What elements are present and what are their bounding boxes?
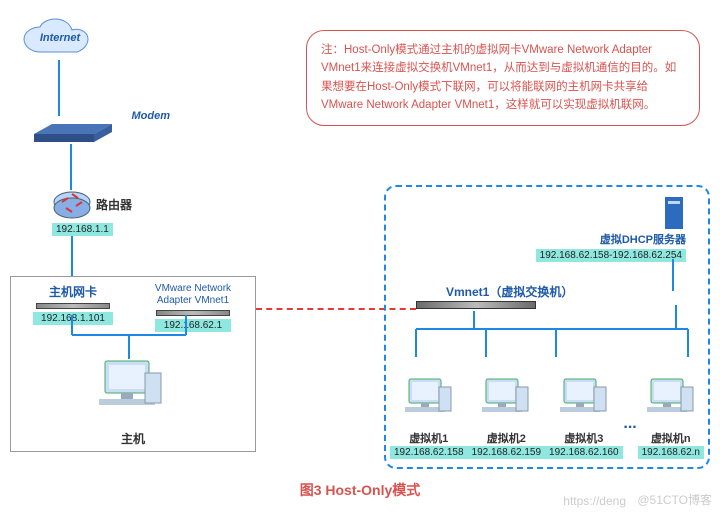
note-text: 注：Host-Only模式通过主机的虚拟网卡VMware Network Ada… bbox=[321, 44, 676, 111]
vm-bus-lines bbox=[386, 305, 708, 375]
vm-frame: 虚拟DHCP服务器 192.168.62.158-192.168.62.254 … bbox=[384, 185, 710, 469]
watermark-left: https://deng bbox=[563, 494, 626, 508]
pc-icon bbox=[647, 377, 695, 425]
vm-ip: 192.168.62.158 bbox=[390, 446, 468, 459]
vm-ip: 192.168.62.n bbox=[638, 446, 704, 459]
modem-label: Modem bbox=[132, 110, 171, 122]
modem-icon bbox=[34, 118, 114, 149]
note-box: 注：Host-Only模式通过主机的虚拟网卡VMware Network Ada… bbox=[306, 30, 700, 126]
link-internet-modem bbox=[58, 60, 60, 116]
router-icon bbox=[52, 190, 92, 227]
vm-name: 虚拟机3 bbox=[545, 430, 623, 446]
host-nic2-label: VMware Network Adapter VMnet1 bbox=[137, 283, 249, 307]
vm-item-1: 虚拟机1 192.168.62.158 bbox=[390, 377, 468, 459]
host-label: 主机 bbox=[11, 430, 255, 447]
vm-item-2: 虚拟机2 192.168.62.159 bbox=[468, 377, 546, 459]
router-label: 路由器 bbox=[96, 196, 132, 213]
vm-item-3: 虚拟机3 192.168.62.160 bbox=[545, 377, 623, 459]
vm-ip: 192.168.62.159 bbox=[468, 446, 546, 459]
dhcp-range: 192.168.62.158-192.168.62.254 bbox=[536, 249, 686, 262]
host-pc-icon bbox=[99, 359, 163, 426]
vm-ip: 192.168.62.160 bbox=[545, 446, 623, 459]
watermark: @51CTO博客 bbox=[637, 491, 712, 508]
link-dhcp-switch bbox=[672, 259, 674, 291]
vm-name: 虚拟机2 bbox=[468, 430, 546, 446]
vm-name: 虚拟机n bbox=[638, 430, 704, 446]
link-modem-router bbox=[70, 144, 72, 190]
internet-label: Internet bbox=[20, 32, 100, 44]
link-router-host bbox=[71, 236, 73, 276]
vm-ellipsis: ... bbox=[623, 389, 638, 459]
pc-icon bbox=[482, 377, 530, 425]
dhcp-icon bbox=[662, 195, 686, 231]
host-nic1-label: 主机网卡 bbox=[17, 283, 129, 300]
vswitch-label: Vmnet1（虚拟交换机） bbox=[446, 283, 573, 300]
vm-name: 虚拟机1 bbox=[390, 430, 468, 446]
router-ip: 192.168.1.1 bbox=[52, 223, 113, 236]
vm-item-n: 虚拟机n 192.168.62.n bbox=[638, 377, 704, 459]
host-frame: 主机网卡 192.168.1.101 VMware Network Adapte… bbox=[10, 276, 256, 452]
host-nic1-icon bbox=[36, 303, 110, 309]
dhcp-label: 虚拟DHCP服务器 bbox=[600, 231, 686, 247]
vm-row: 虚拟机1 192.168.62.158 虚拟机2 192.168.62.159 … bbox=[390, 377, 704, 459]
dhcp-group: 虚拟DHCP服务器 192.168.62.158-192.168.62.254 bbox=[394, 195, 700, 262]
pc-icon bbox=[405, 377, 453, 425]
internet-cloud: Internet bbox=[20, 18, 100, 69]
pc-icon bbox=[560, 377, 608, 425]
